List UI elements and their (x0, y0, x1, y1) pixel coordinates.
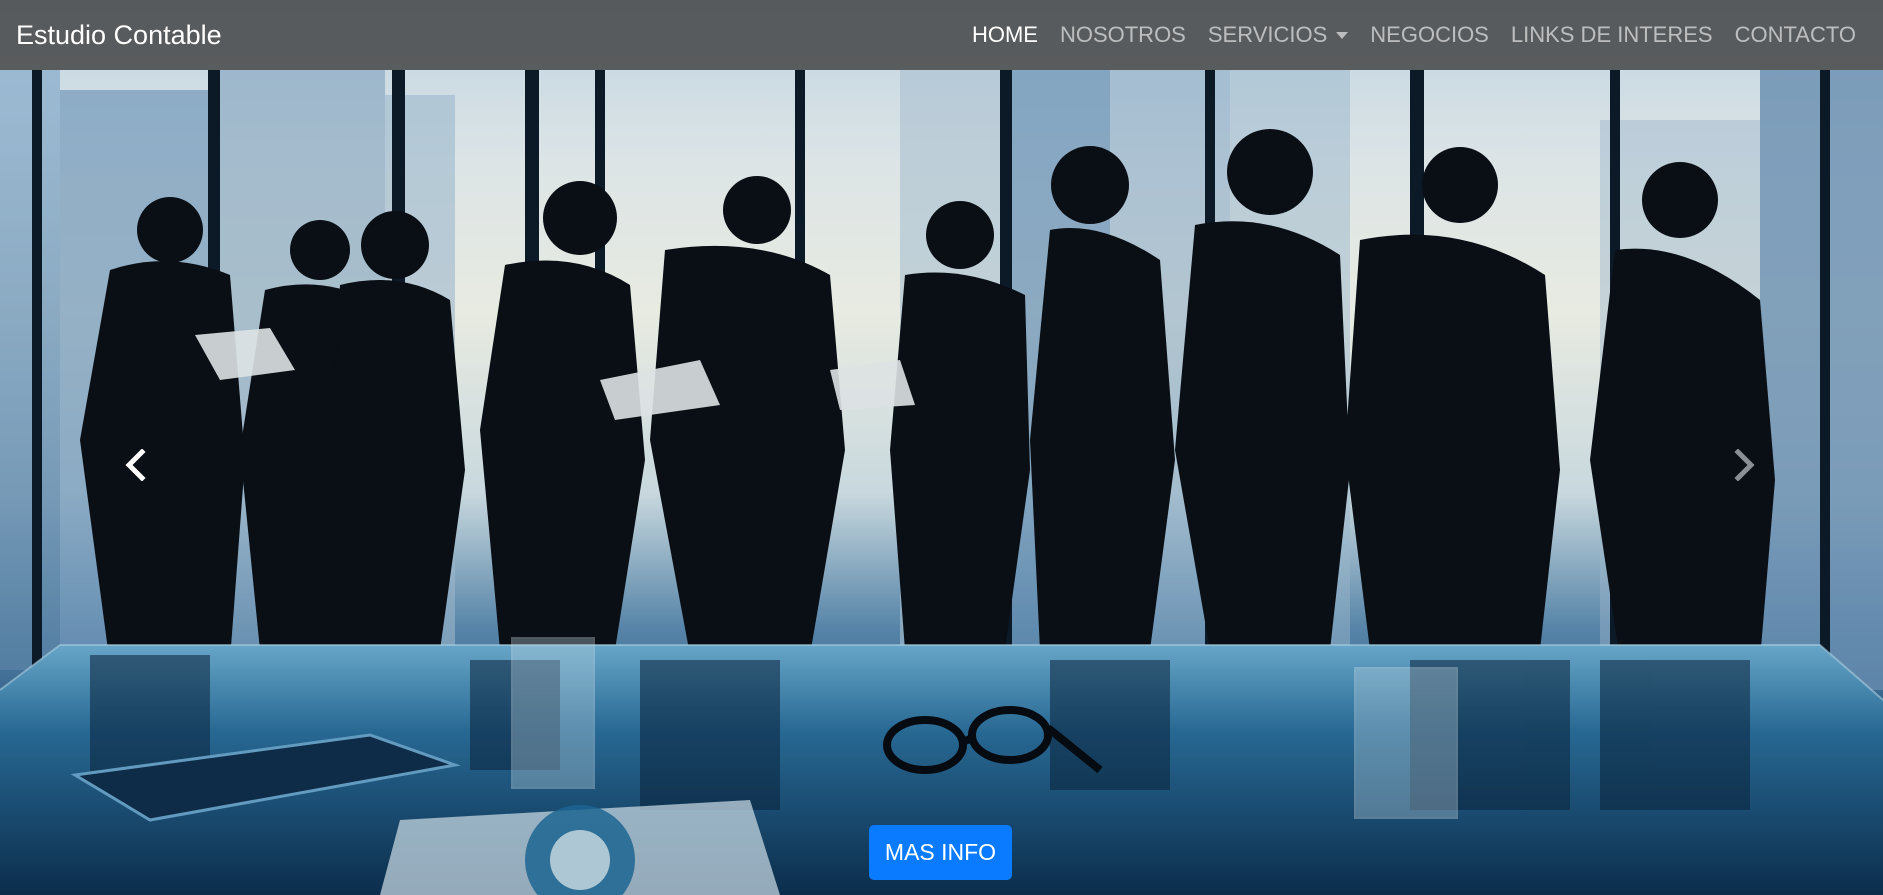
nav-menu: HOME NOSOTROS SERVICIOS NEGOCIOS LINKS D… (961, 22, 1867, 48)
chevron-right-icon (1734, 449, 1755, 481)
nav-link-negocios[interactable]: NEGOCIOS (1359, 22, 1500, 48)
nav-item-negocios: NEGOCIOS (1359, 22, 1500, 48)
nav-link-home[interactable]: HOME (961, 22, 1049, 48)
nav-item-home: HOME (961, 22, 1049, 48)
nav-link-links-de-interes[interactable]: LINKS DE INTERES (1500, 22, 1724, 48)
page: Estudio Contable HOME NOSOTROS SERVICIOS… (0, 0, 1883, 895)
caret-down-icon (1336, 31, 1349, 39)
chevron-left-icon (125, 449, 146, 481)
carousel-next-button[interactable] (1715, 440, 1775, 490)
mas-info-button[interactable]: MAS INFO (869, 825, 1012, 880)
nav-item-links: LINKS DE INTERES (1500, 22, 1724, 48)
hero-illustration (0, 70, 1883, 895)
hero-image (0, 0, 1883, 895)
nav-link-contacto[interactable]: CONTACTO (1724, 22, 1867, 48)
nav-link-servicios-label: SERVICIOS (1207, 22, 1328, 47)
nav-item-contacto: CONTACTO (1724, 22, 1867, 48)
nav-item-servicios: SERVICIOS (1197, 22, 1359, 48)
navbar: Estudio Contable HOME NOSOTROS SERVICIOS… (0, 0, 1883, 70)
nav-link-servicios[interactable]: SERVICIOS (1197, 22, 1359, 48)
brand-link[interactable]: Estudio Contable (16, 20, 222, 51)
carousel-prev-button[interactable] (105, 440, 165, 490)
nav-link-nosotros[interactable]: NOSOTROS (1049, 22, 1197, 48)
nav-item-nosotros: NOSOTROS (1049, 22, 1197, 48)
